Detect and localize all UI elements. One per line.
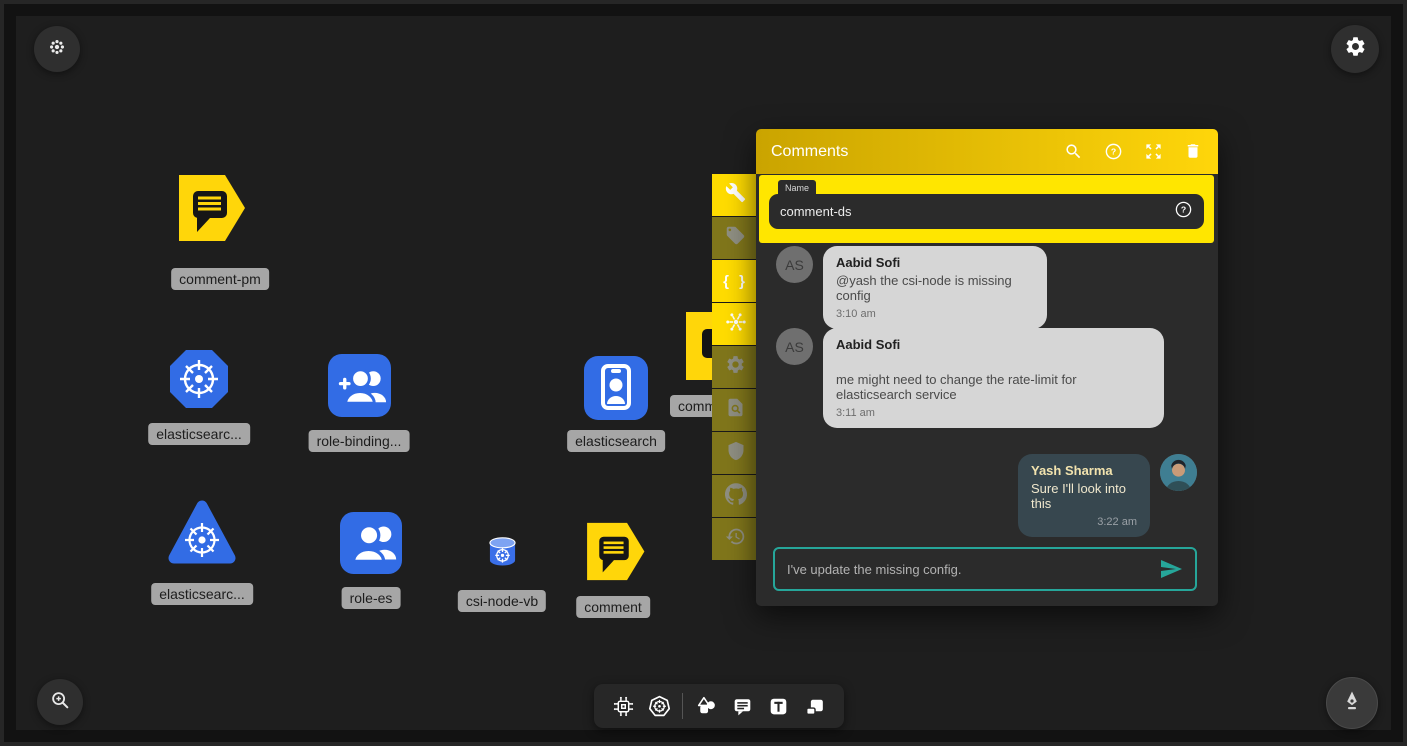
whiteboard-fab[interactable] [1326, 677, 1378, 729]
message-author: Aabid Sofi [836, 337, 1151, 352]
node-elasticsearch-triangle[interactable] [166, 496, 238, 576]
message: Yash Sharma Sure I'll look into this 3:2… [1018, 454, 1197, 537]
wrench-icon [725, 182, 746, 208]
message-text: @yash the csi-node is missing config [836, 273, 1034, 303]
service-account-icon [584, 407, 648, 424]
message-time: 3:11 am [836, 407, 1151, 419]
settings-fab[interactable] [1331, 25, 1379, 73]
avatar: AS [776, 246, 813, 283]
toolbar-divider [682, 693, 683, 719]
infrastructure-icon[interactable] [610, 693, 636, 719]
node-label[interactable]: role-es [342, 587, 401, 609]
gear-icon [1344, 35, 1367, 63]
message-text: Sure I'll look into this [1031, 481, 1137, 511]
node-context-toolbar: { } [712, 174, 759, 560]
name-input[interactable] [780, 204, 1174, 219]
shield-icon [726, 441, 746, 466]
gear-icon [725, 354, 746, 380]
window-frame: comment-pm elasticsearc... role-binding.… [4, 4, 1403, 742]
comment-node-icon [172, 231, 248, 248]
comments-panel: Comments ? Name ? AS Aabid Sofi @yash th… [756, 129, 1218, 606]
avatar-photo [1160, 454, 1197, 491]
message-bubble: Aabid Sofi @yash the csi-node is missing… [823, 246, 1047, 329]
svg-text:?: ? [1111, 147, 1116, 157]
braces-icon: { } [723, 273, 748, 290]
document-search-icon [725, 397, 746, 423]
trash-icon[interactable] [1184, 142, 1203, 161]
github-button[interactable] [712, 475, 759, 517]
node-comment[interactable] [581, 520, 647, 588]
comment-composer [773, 547, 1197, 591]
design-canvas[interactable]: comment-pm elasticsearc... role-binding.… [16, 16, 1391, 730]
json-config-button[interactable]: { } [712, 260, 759, 302]
search-icon[interactable] [1064, 142, 1083, 161]
history-icon [725, 526, 746, 552]
expand-icon[interactable] [1144, 142, 1163, 161]
name-field-section: Name ? [759, 175, 1214, 243]
help-icon[interactable]: ? [1174, 200, 1193, 224]
hub-button[interactable] [712, 303, 759, 345]
comment-node-icon [581, 570, 647, 587]
kubernetes-triangle-icon [166, 558, 238, 575]
message-text: me might need to change the rate-limit f… [836, 372, 1151, 402]
comments-panel-header[interactable]: Comments ? [756, 129, 1218, 174]
zoom-fab[interactable] [37, 679, 83, 725]
tag-icon [725, 225, 746, 251]
role-binding-icon [328, 404, 391, 421]
zoom-in-icon [49, 689, 71, 716]
node-label[interactable]: elasticsearc... [148, 423, 250, 445]
node-elasticsearch[interactable] [584, 356, 648, 425]
node-label[interactable]: elasticsearch [567, 430, 665, 452]
blank-line [836, 355, 1151, 372]
storage-cylinder-icon [488, 554, 517, 571]
node-label[interactable]: role-binding... [309, 430, 410, 452]
name-input-wrap: ? [769, 194, 1204, 229]
configure-button[interactable] [712, 174, 759, 216]
security-button[interactable] [712, 432, 759, 474]
panel-header-actions: ? [1064, 142, 1203, 161]
role-icon [340, 561, 402, 578]
node-label[interactable]: comment [576, 596, 650, 618]
panel-title: Comments [771, 143, 1064, 161]
pen-nib-icon [1340, 689, 1364, 718]
snowflake-menu-icon [47, 37, 67, 62]
github-icon [725, 483, 747, 510]
image-tool-icon[interactable] [802, 693, 828, 719]
shapes-icon[interactable] [694, 693, 720, 719]
shape-toolbar [594, 684, 844, 728]
node-role-binding[interactable] [328, 354, 391, 422]
help-icon[interactable]: ? [1104, 142, 1123, 161]
node-comment-pm[interactable] [172, 172, 248, 249]
label-button[interactable] [712, 217, 759, 259]
message-author: Yash Sharma [1031, 463, 1137, 478]
send-icon[interactable] [1159, 557, 1183, 581]
history-button[interactable] [712, 518, 759, 560]
menu-fab[interactable] [34, 26, 80, 72]
svg-text:?: ? [1181, 204, 1186, 214]
inspect-button[interactable] [712, 389, 759, 431]
comment-tool-icon[interactable] [730, 693, 756, 719]
comment-input[interactable] [787, 562, 1159, 577]
avatar: AS [776, 328, 813, 365]
message-time: 3:22 am [1031, 516, 1137, 528]
message-author: Aabid Sofi [836, 255, 1034, 270]
node-label[interactable]: elasticsearc... [151, 583, 253, 605]
message-bubble: Aabid Sofi me might need to change the r… [823, 328, 1164, 428]
node-csi-node-vb[interactable] [488, 536, 517, 572]
message: AS Aabid Sofi @yash the csi-node is miss… [776, 246, 1047, 329]
message-bubble: Yash Sharma Sure I'll look into this 3:2… [1018, 454, 1150, 537]
node-label[interactable]: csi-node-vb [458, 590, 546, 612]
node-elasticsearch-octagon[interactable] [167, 347, 231, 416]
message-time: 3:10 am [836, 308, 1034, 320]
kubernetes-icon[interactable] [646, 693, 672, 719]
node-label[interactable]: comment-pm [171, 268, 269, 290]
message: AS Aabid Sofi me might need to change th… [776, 328, 1164, 428]
node-role-es[interactable] [340, 512, 402, 579]
kubernetes-octagon-icon [167, 398, 231, 415]
text-tool-icon[interactable] [766, 693, 792, 719]
settings-button[interactable] [712, 346, 759, 388]
hub-icon [725, 311, 747, 338]
